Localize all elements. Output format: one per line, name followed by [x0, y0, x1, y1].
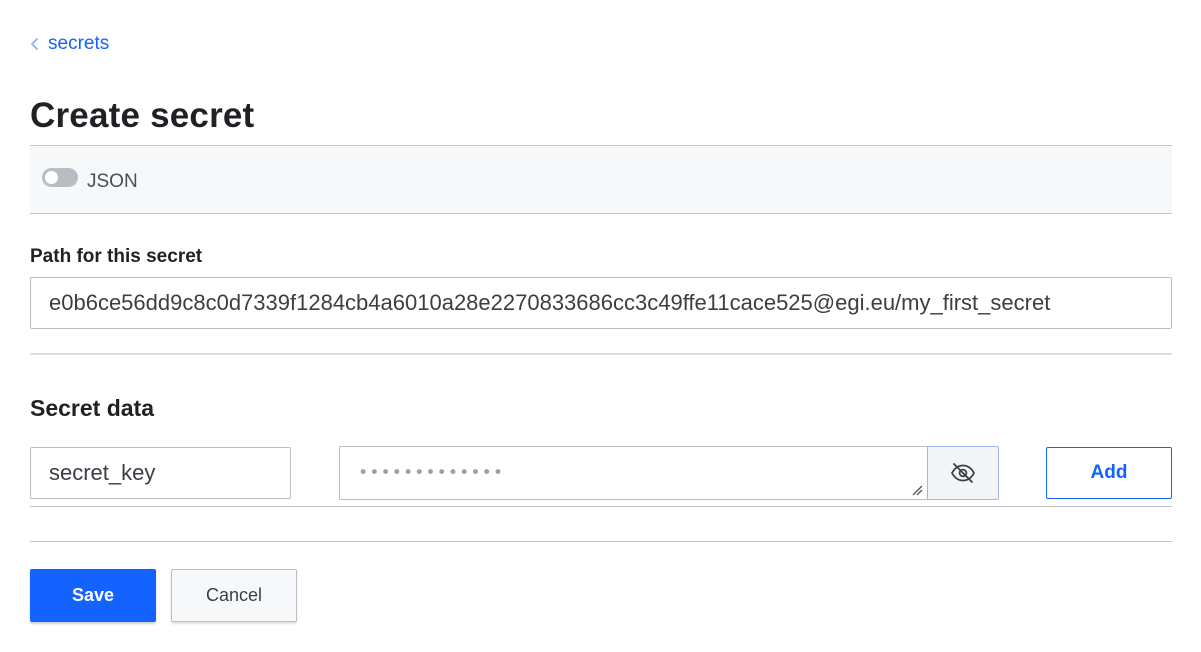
eye-off-icon: [950, 463, 976, 483]
add-button[interactable]: Add: [1046, 447, 1172, 499]
path-input[interactable]: [30, 277, 1172, 329]
secret-value-input[interactable]: •••••••••••••: [339, 446, 928, 500]
path-label: Path for this secret: [30, 246, 203, 267]
json-toggle-bar: JSON: [30, 145, 1172, 214]
secret-value-group: •••••••••••••: [339, 446, 999, 500]
secret-data-title: Secret data: [30, 395, 155, 421]
page-title: Create secret: [30, 96, 255, 135]
toggle-knob: [45, 171, 58, 184]
toggle-visibility-button[interactable]: [927, 446, 999, 500]
save-button[interactable]: Save: [30, 569, 156, 622]
breadcrumb: secrets: [30, 33, 109, 55]
resize-handle-icon[interactable]: [911, 484, 923, 496]
cancel-button[interactable]: Cancel: [171, 569, 297, 622]
json-toggle-switch[interactable]: [42, 168, 78, 187]
secret-key-input[interactable]: [30, 447, 291, 499]
json-toggle-label: JSON: [87, 171, 138, 192]
row-divider: [30, 506, 1172, 507]
actions-divider: [30, 541, 1172, 542]
chevron-left-icon: [31, 38, 38, 50]
section-divider: [30, 353, 1172, 355]
breadcrumb-link-secrets[interactable]: secrets: [48, 33, 109, 55]
